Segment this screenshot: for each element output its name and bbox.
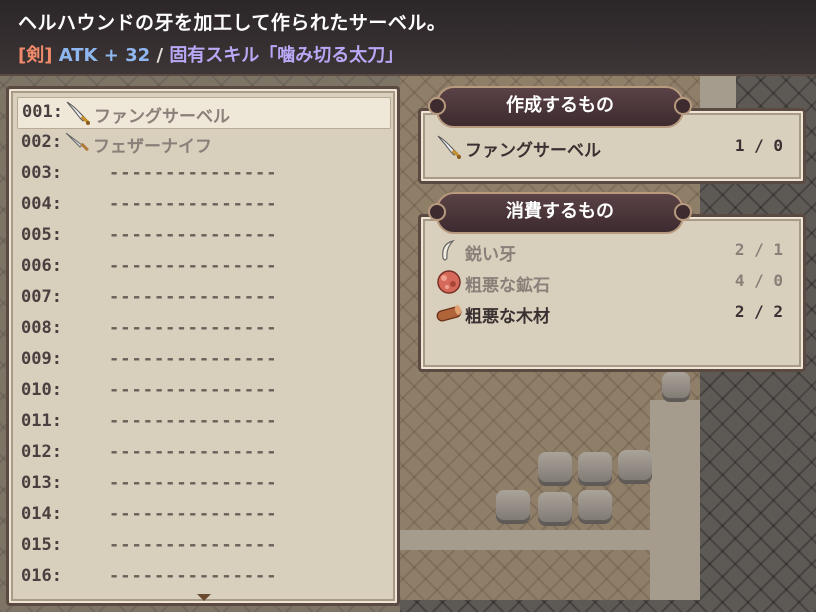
recipe-number: 012: — [21, 442, 62, 462]
map-wall — [400, 530, 650, 550]
material-qty: 4 / 0 — [734, 271, 783, 290]
saber-icon — [435, 134, 463, 160]
material-item: 粗悪な鉱石 4 / 0 — [435, 268, 787, 296]
recipe-empty-slot: --------------- — [109, 256, 278, 276]
recipe-number: 006: — [21, 256, 62, 276]
recipe-number: 011: — [21, 411, 62, 431]
map-wall — [650, 400, 700, 600]
ore-icon — [435, 269, 463, 295]
recipe-empty-slot: --------------- — [109, 442, 278, 462]
wood-icon — [435, 300, 463, 326]
recipe-row[interactable]: 005: --------------- — [17, 221, 389, 251]
recipe-row[interactable]: 012: --------------- — [17, 438, 389, 468]
material-qty: 2 / 2 — [734, 302, 783, 321]
scroll-down-arrow-icon[interactable] — [197, 594, 211, 601]
craft-output-title: 作成するもの — [428, 86, 692, 128]
recipe-empty-slot: --------------- — [109, 287, 278, 307]
recipe-empty-slot: --------------- — [109, 318, 278, 338]
material-qty: 2 / 1 — [734, 240, 783, 259]
craft-output-name: ファングサーベル — [465, 141, 601, 161]
recipe-row[interactable]: 015: --------------- — [17, 531, 389, 561]
materials-title: 消費するもの — [428, 192, 692, 234]
material-item: 鋭い牙 2 / 1 — [435, 237, 787, 265]
item-description-text: ヘルハウンドの牙を加工して作られたサーベル。 — [18, 12, 447, 34]
recipe-row[interactable]: 010: --------------- — [17, 376, 389, 406]
recipe-empty-slot: --------------- — [109, 225, 278, 245]
recipe-row[interactable]: 004: --------------- — [17, 190, 389, 220]
material-name: 粗悪な鉱石 — [465, 276, 550, 296]
recipe-number: 008: — [21, 318, 62, 338]
barrel-sprite — [538, 492, 572, 526]
barrel-sprite — [538, 452, 572, 486]
fang-icon — [435, 238, 463, 264]
recipe-empty-slot: --------------- — [109, 163, 278, 183]
recipe-empty-slot: --------------- — [109, 504, 278, 524]
barrel-sprite — [496, 490, 530, 524]
material-name: 粗悪な木材 — [465, 307, 550, 327]
recipe-number: 009: — [21, 349, 62, 369]
saber-icon — [64, 100, 92, 126]
weapon-type-tag: [剣] — [18, 45, 53, 66]
unique-skill: 固有スキル「噛み切る太刀」 — [169, 45, 404, 66]
recipe-empty-slot: --------------- — [109, 566, 278, 586]
recipe-number: 013: — [21, 473, 62, 493]
recipe-number: 001: — [22, 102, 63, 122]
stat-separator: / — [156, 45, 164, 66]
atk-stat: ATK + 32 — [58, 45, 151, 66]
recipe-row[interactable]: 011: --------------- — [17, 407, 389, 437]
recipe-row[interactable]: 013: --------------- — [17, 469, 389, 499]
recipe-number: 007: — [21, 287, 62, 307]
recipe-number: 016: — [21, 566, 62, 586]
recipe-row[interactable]: 014: --------------- — [17, 500, 389, 530]
recipe-empty-slot: --------------- — [109, 380, 278, 400]
knife-icon — [63, 130, 91, 156]
item-stats-line: [剣] ATK + 32 / 固有スキル「噛み切る太刀」 — [18, 41, 403, 67]
recipe-name: ファングサーベル — [94, 107, 230, 127]
recipe-row[interactable]: 016: --------------- — [17, 562, 389, 592]
item-description-bar: ヘルハウンドの牙を加工して作られたサーベル。 [剣] ATK + 32 / 固有… — [0, 0, 816, 76]
recipe-number: 004: — [21, 194, 62, 214]
recipe-row[interactable]: 001: ファングサーベル — [17, 97, 391, 129]
recipe-row[interactable]: 009: --------------- — [17, 345, 389, 375]
recipe-row[interactable]: 006: --------------- — [17, 252, 389, 282]
recipe-row[interactable]: 008: --------------- — [17, 314, 389, 344]
craft-output-qty: 1 / 0 — [734, 136, 783, 155]
recipe-empty-slot: --------------- — [109, 349, 278, 369]
recipe-empty-slot: --------------- — [109, 473, 278, 493]
recipe-number: 010: — [21, 380, 62, 400]
recipe-empty-slot: --------------- — [109, 535, 278, 555]
recipe-number: 015: — [21, 535, 62, 555]
barrel-sprite — [618, 450, 652, 484]
recipe-row[interactable]: 007: --------------- — [17, 283, 389, 313]
recipe-number: 002: — [21, 132, 62, 152]
barrel-sprite — [578, 490, 612, 524]
recipe-list-panel: 001: ファングサーベル 002: フェザーナイフ 003: -------------… — [6, 86, 400, 606]
recipe-name: フェザーナイフ — [93, 137, 212, 157]
recipe-row[interactable]: 002: フェザーナイフ — [17, 128, 389, 158]
recipe-number: 005: — [21, 225, 62, 245]
craft-output-item: ファングサーベル 1 / 0 — [435, 133, 787, 161]
barrel-sprite — [662, 372, 690, 402]
recipe-number: 003: — [21, 163, 62, 183]
recipe-number: 014: — [21, 504, 62, 524]
recipe-empty-slot: --------------- — [109, 411, 278, 431]
recipe-empty-slot: --------------- — [109, 194, 278, 214]
recipe-row[interactable]: 003: --------------- — [17, 159, 389, 189]
material-item: 粗悪な木材 2 / 2 — [435, 299, 787, 327]
materials-panel: 鋭い牙 2 / 1 粗悪な鉱石 4 / 0 粗悪な木材 2 / 2 — [418, 214, 806, 372]
material-name: 鋭い牙 — [465, 245, 516, 265]
barrel-sprite — [578, 452, 612, 486]
